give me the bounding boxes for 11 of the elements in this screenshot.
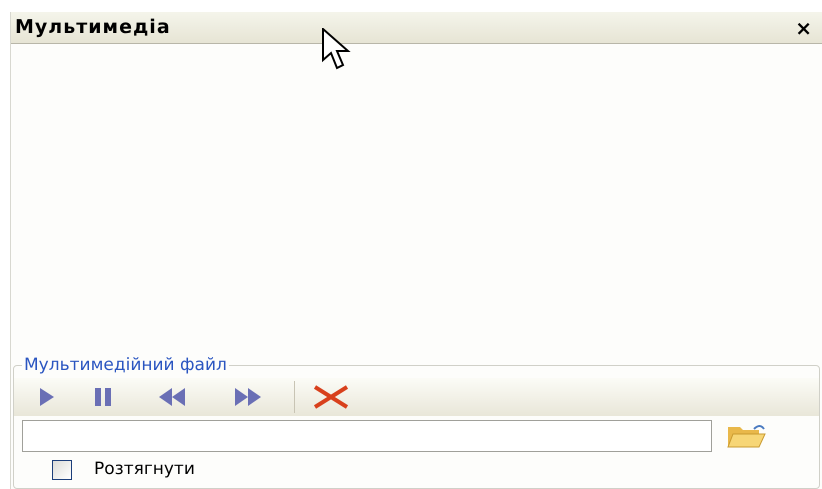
pause-icon [95,388,111,406]
stretch-label: Розтягнути [94,458,195,482]
file-path-field[interactable] [22,420,712,452]
stretch-checkbox[interactable] [52,460,72,480]
close-icon [313,384,349,409]
play-icon [40,388,54,406]
rewind-icon [159,388,185,406]
close-button[interactable]: × [795,18,812,38]
fast-forward-icon [235,388,261,406]
panel-title: Мультимедіа [15,15,171,40]
folder-icon [726,422,766,449]
